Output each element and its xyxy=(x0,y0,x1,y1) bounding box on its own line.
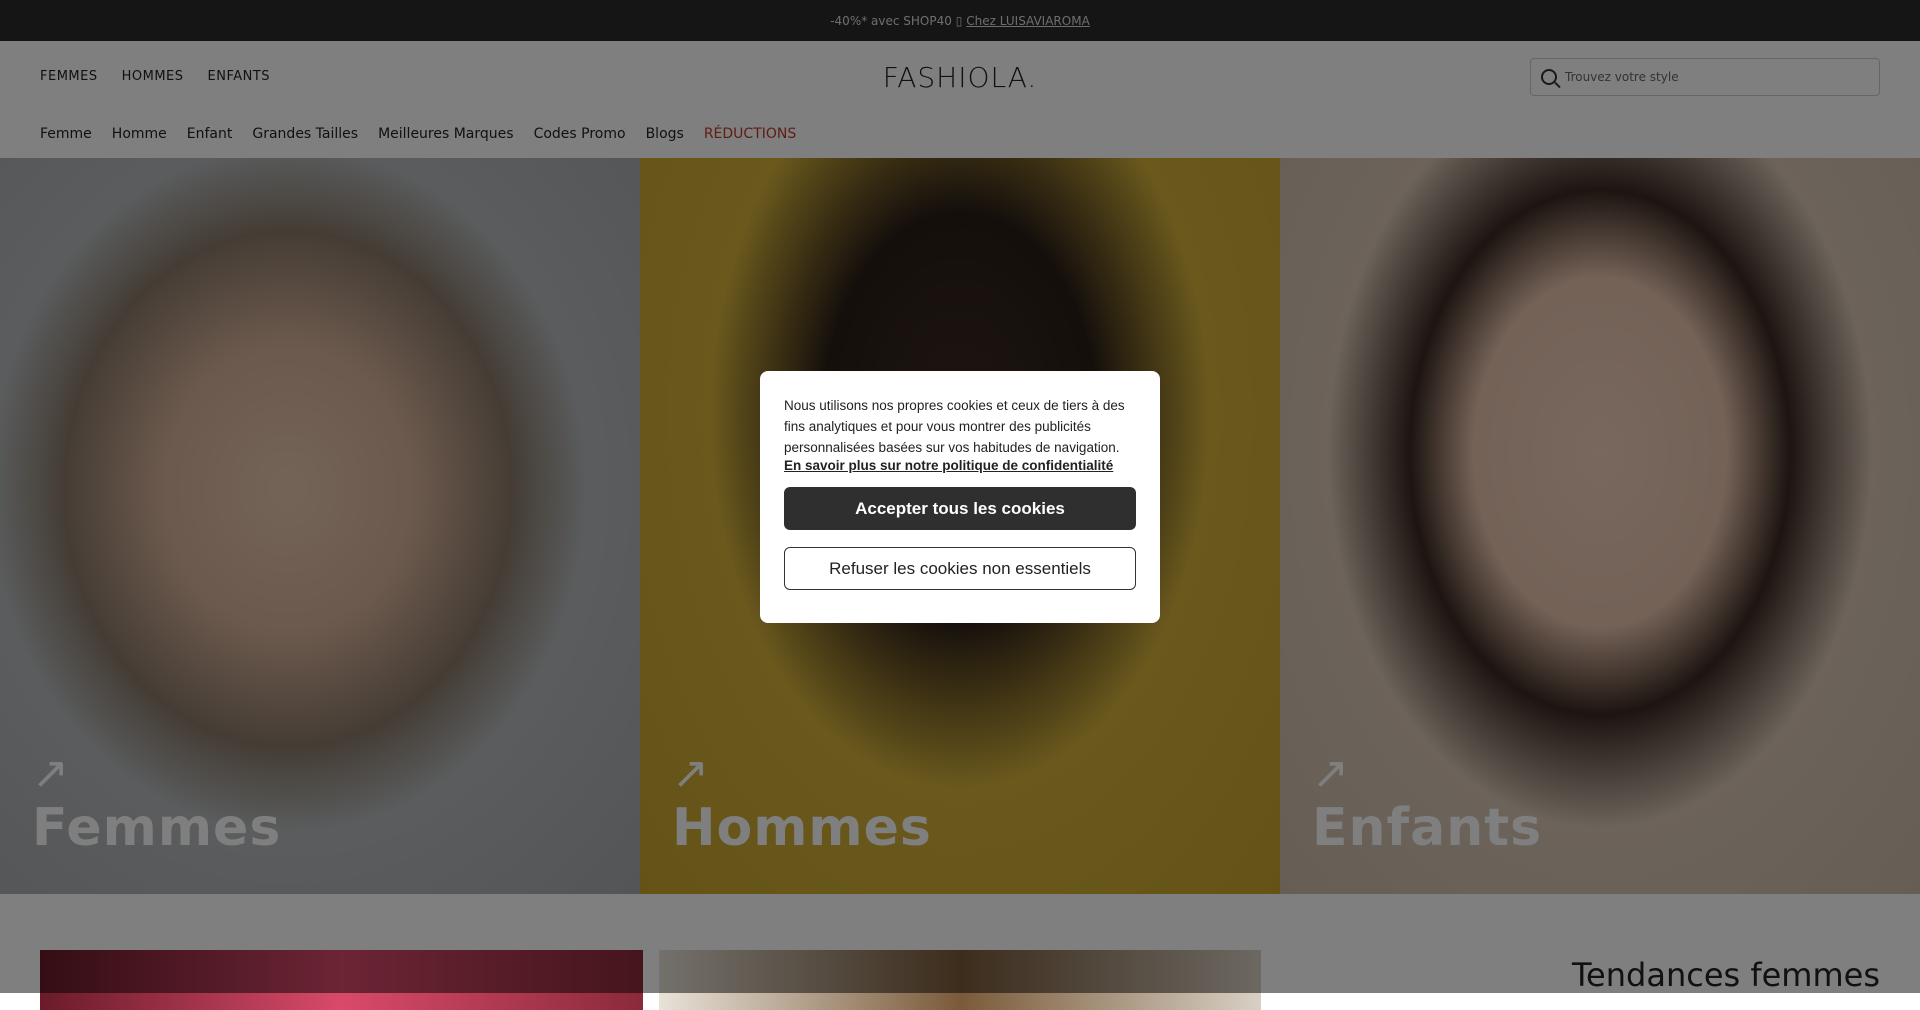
cookie-text: Nous utilisons nos propres cookies et ce… xyxy=(784,398,1125,455)
refuse-cookies-button[interactable]: Refuser les cookies non essentiels xyxy=(784,547,1136,590)
accept-cookies-button[interactable]: Accepter tous les cookies xyxy=(784,487,1136,530)
cookie-dialog: Nous utilisons nos propres cookies et ce… xyxy=(760,371,1160,623)
privacy-policy-link[interactable]: En savoir plus sur notre politique de co… xyxy=(784,458,1136,473)
